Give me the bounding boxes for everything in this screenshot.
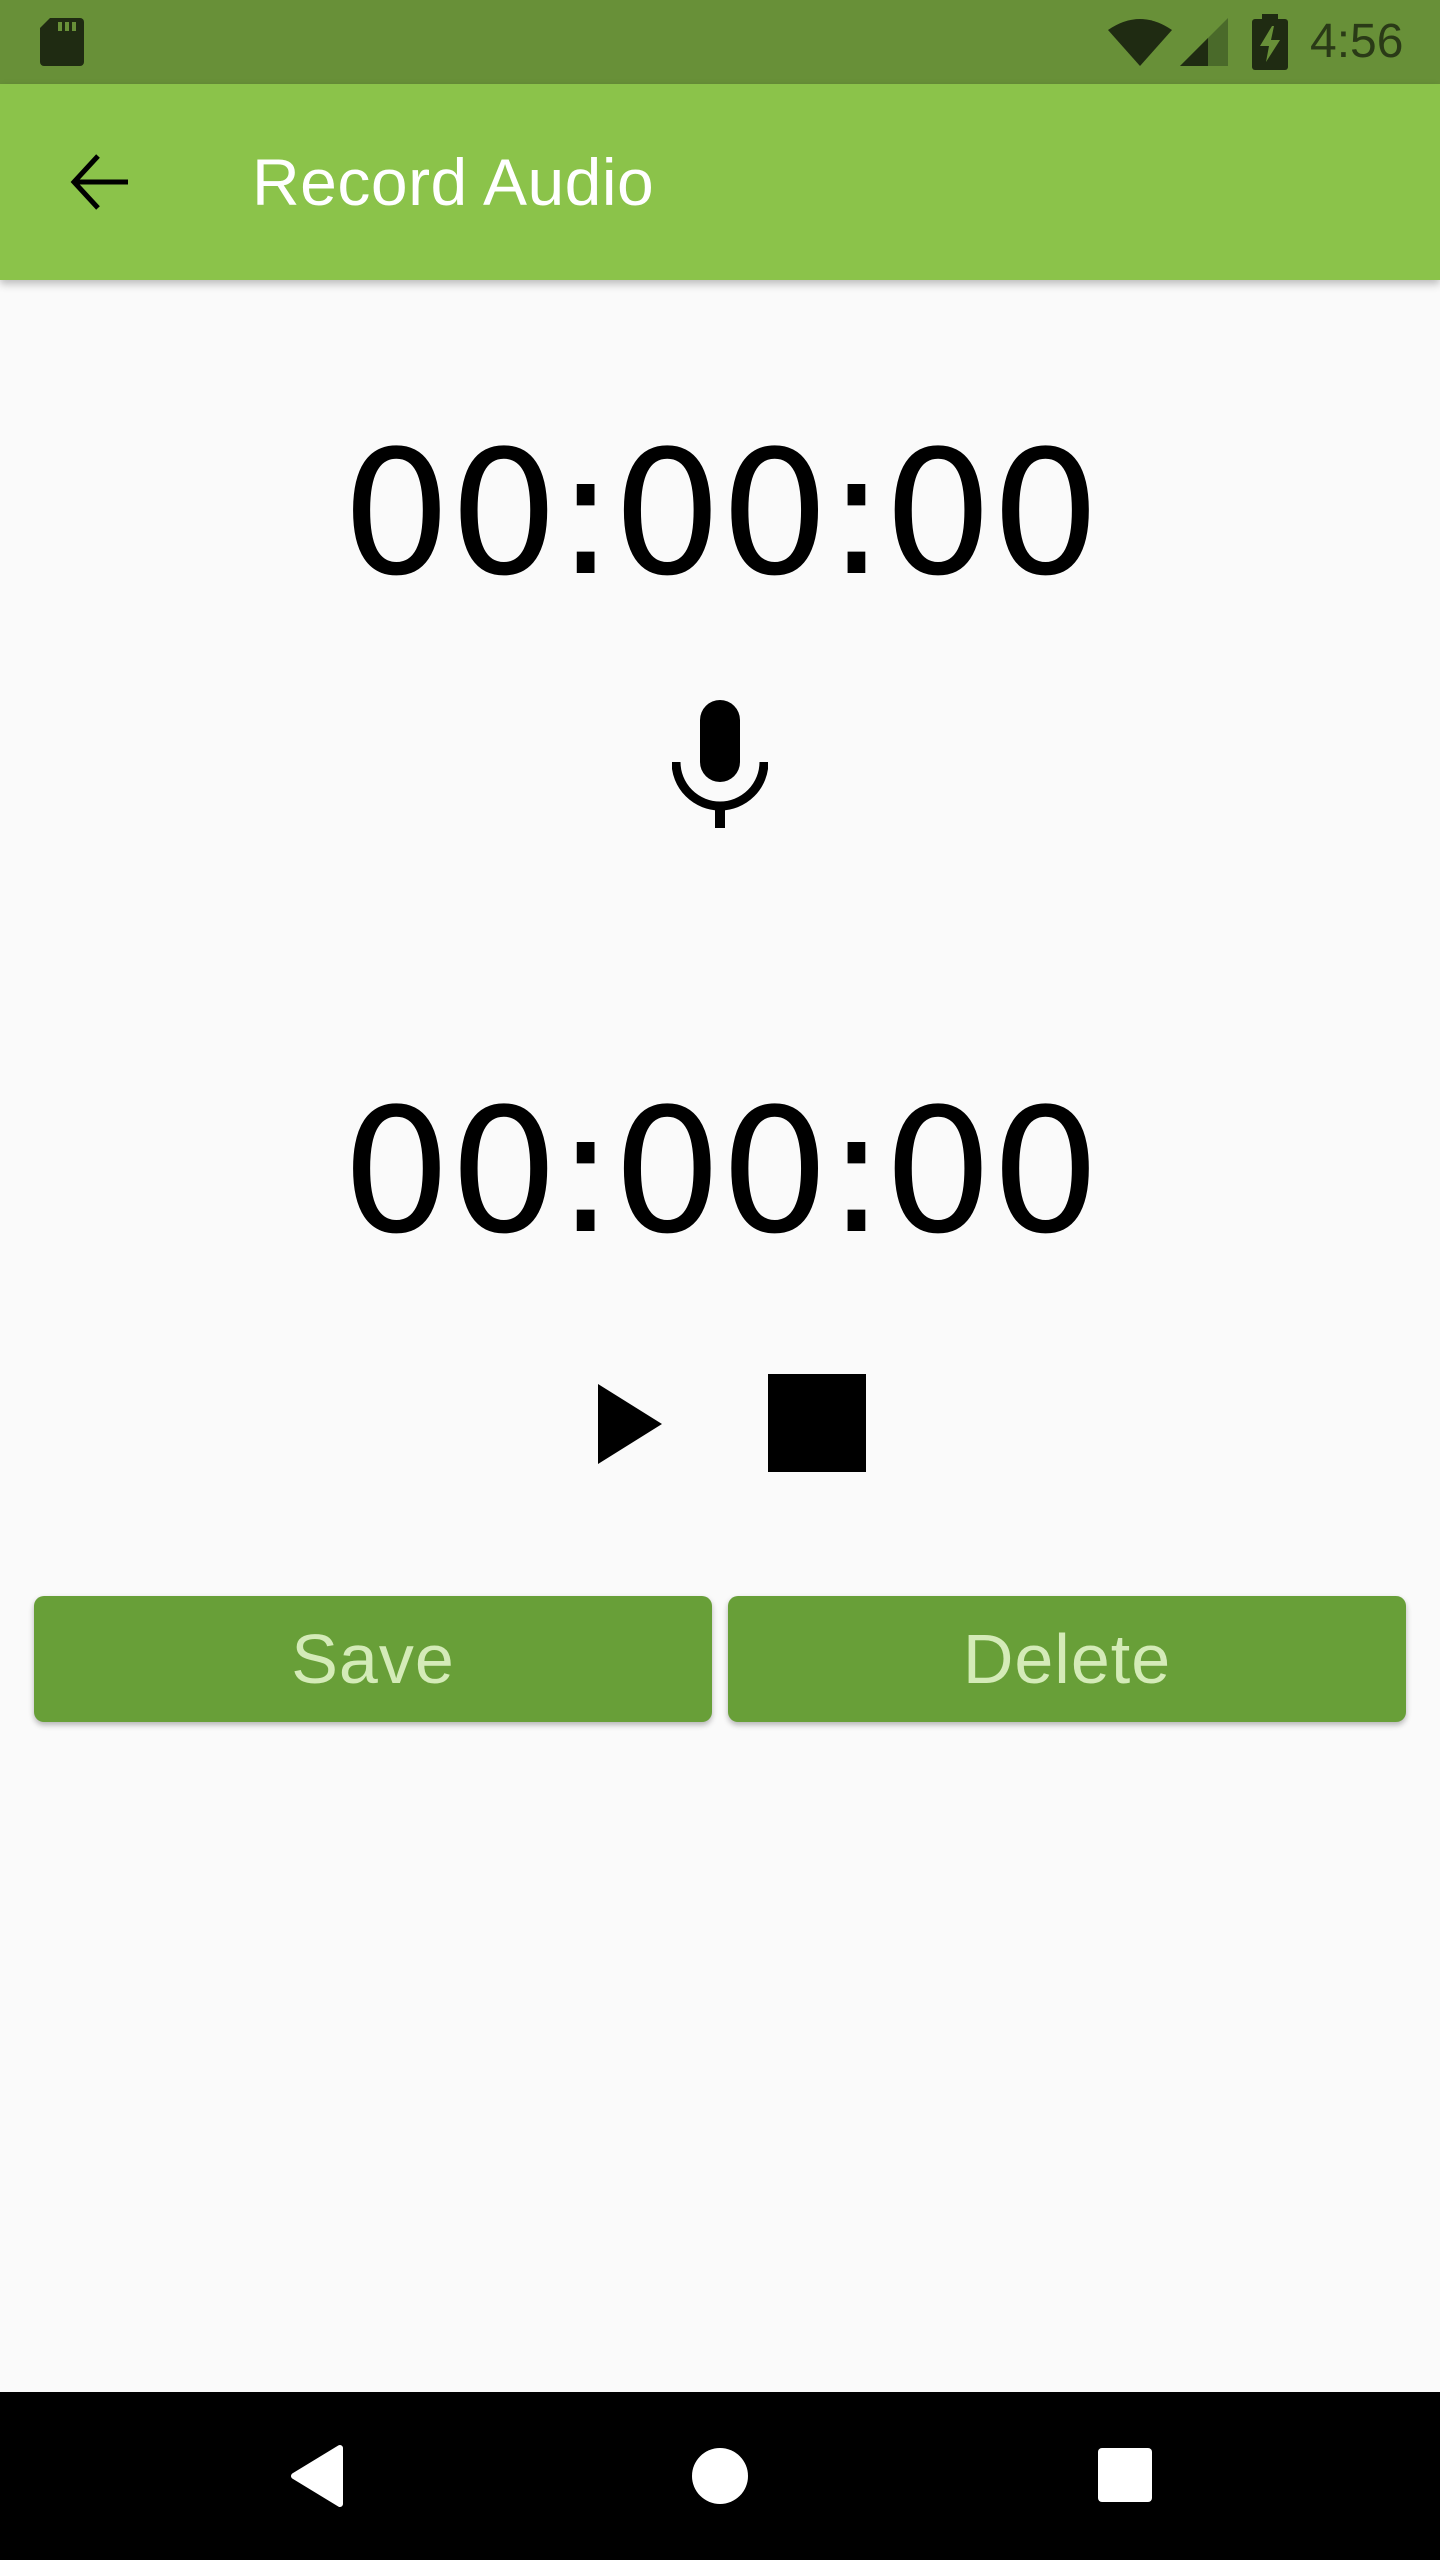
nav-home-icon[interactable]: [690, 2446, 750, 2506]
back-button[interactable]: [56, 138, 144, 226]
play-icon[interactable]: [592, 1376, 672, 1472]
app-bar: Record Audio: [0, 84, 1440, 280]
record-button[interactable]: [660, 690, 780, 838]
signal-icon: [1180, 18, 1228, 66]
nav-back-icon[interactable]: [288, 2444, 348, 2508]
navigation-bar: [0, 2392, 1440, 2560]
page-title: Record Audio: [252, 145, 655, 219]
delete-button[interactable]: Delete: [728, 1596, 1406, 1722]
status-time: 4:56: [1310, 15, 1404, 68]
nav-recents-icon[interactable]: [1098, 2448, 1152, 2502]
stop-icon[interactable]: [768, 1374, 868, 1474]
save-button[interactable]: Save: [34, 1596, 712, 1722]
sd-card-icon: [40, 18, 84, 66]
record-audio-screen: 4:56 Record Audio 00:00:00 00:00:00 Save…: [0, 0, 1440, 2560]
record-timer: 00:00:00: [341, 413, 1101, 614]
status-bar: 4:56: [0, 0, 1440, 84]
playback-timer: 00:00:00: [341, 1071, 1101, 1272]
microphone-icon: [672, 700, 768, 828]
battery-charging-icon: [1252, 14, 1288, 70]
wifi-icon: [1108, 19, 1172, 66]
arrow-back-icon: [70, 154, 128, 210]
